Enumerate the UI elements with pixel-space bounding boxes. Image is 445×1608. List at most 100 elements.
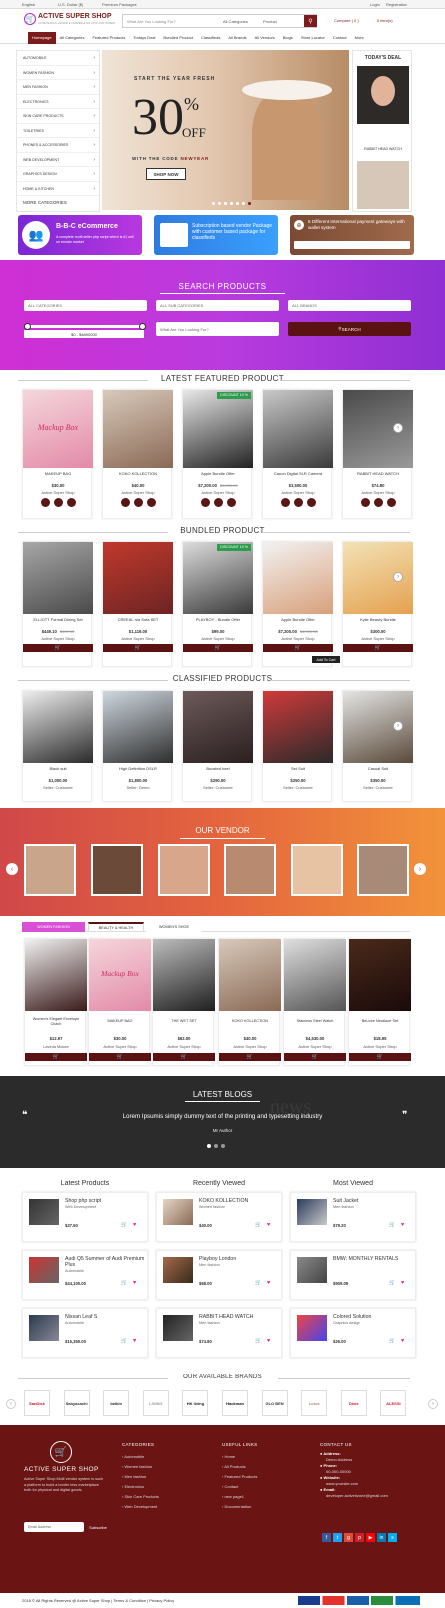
nav-item-all-categories[interactable]: All Categories [56,32,89,44]
youtube-icon[interactable]: ▶ [366,1533,375,1542]
product-card[interactable]: Boosted heel $290.00 Seller: Customer [182,690,253,802]
product-image[interactable] [103,390,173,468]
language-select[interactable]: English [22,2,35,7]
add-to-cart-button[interactable]: 🛒 [153,1053,215,1061]
search-products-button[interactable]: ⚲ SEARCH [288,322,411,336]
heart-icon[interactable]: ♥ [401,1338,404,1344]
footer-category-link[interactable]: › Women fashion [122,1462,212,1472]
footer-category-link[interactable]: › Automobile [122,1452,212,1462]
price-min-handle[interactable] [24,323,31,330]
add-to-cart-button[interactable]: 🛒 [349,1053,411,1061]
heart-icon[interactable]: ♥ [133,1338,136,1344]
footer-category-link[interactable]: › Web Development [122,1502,212,1512]
category-item[interactable]: SKIN CARE PRODUCTS › [17,109,99,124]
product-name[interactable]: Canon Digital SLR Camera [263,471,333,476]
add-to-cart-button[interactable]: 🛒 [219,1053,281,1061]
product-card[interactable]: Stainless Steel Watch $4,530.00 Active Sup… [283,938,346,1066]
brand-dropdown[interactable]: ALL BRANDS [288,300,411,311]
product-name[interactable]: Set Suit [263,766,333,771]
product-image[interactable] [103,542,173,614]
list-item-name[interactable]: Playboy London [199,1256,279,1262]
vendor-avatar[interactable] [224,844,276,896]
list-item-name[interactable]: Audi Q5 Summer of Audi Premium Plus [65,1256,145,1268]
cart-icon[interactable] [66,498,76,507]
register-link[interactable]: Registration [386,2,407,7]
product-image[interactable] [183,390,253,468]
nav-item-store-locator[interactable]: Store Locator [297,32,329,44]
cart-icon[interactable] [226,498,236,507]
category-item[interactable]: MEN FASHION › [17,80,99,95]
heart-icon[interactable] [293,498,303,507]
product-card[interactable]: High Definition DSLR $1,800.00 Seller: Dem… [102,690,173,802]
cart-icon[interactable]: 🛒 [255,1222,261,1228]
list-item-image[interactable] [29,1315,59,1341]
product-image[interactable]: Mackup Box [23,390,93,468]
product-name[interactable]: Apple Bundle Offer [263,617,333,622]
google-plus-icon[interactable]: g [344,1533,353,1542]
brand-logo[interactable]: LIVING [142,1390,169,1416]
cart-icon[interactable] [306,498,316,507]
skype-icon[interactable]: s [388,1533,397,1542]
cart-link[interactable]: 0 item(s) [377,18,393,23]
cart-icon[interactable]: 🛒 [121,1280,127,1286]
product-card[interactable]: Kylie Beauty Bundle $300.00 Active Super S… [342,541,413,667]
cart-icon[interactable]: 🛒 [389,1338,395,1344]
add-to-cart-button[interactable]: 🛒 [23,644,93,652]
nav-item-more[interactable]: More [351,32,368,44]
product-image[interactable] [263,542,333,614]
product-name[interactable]: CREEAL n/a Sofa SET [103,617,173,622]
nav-item-contact[interactable]: Contact [329,32,351,44]
brands-next-button[interactable]: › [428,1399,438,1409]
vendor-avatar[interactable] [291,844,343,896]
compare-link[interactable]: Compare ( 0 ) [334,18,359,23]
category-item[interactable]: PHONES & ACCESSORIES › [17,138,99,153]
nav-item-todays-deal[interactable]: Todays Deal [129,32,159,44]
footer-useful-link[interactable]: › new page1 [222,1492,312,1502]
search-button[interactable]: ⚲ [304,15,317,27]
list-item[interactable]: Colored Solution Graphics design $26.00 🛒 ♥ [290,1308,416,1358]
cart-icon[interactable]: 🛒 [255,1338,261,1344]
product-image[interactable] [263,390,333,468]
product-card[interactable]: CREEAL n/a Sofa SET $1,119.00 Active Super… [102,541,173,667]
brand-logo[interactable]: belkin [103,1390,130,1416]
product-image[interactable] [25,939,87,1011]
list-item-image[interactable] [29,1199,59,1225]
vendor-next-button[interactable]: › [414,863,426,875]
category-item[interactable]: AUTOMOBILE › [17,51,99,66]
product-card[interactable]: DISCOUNT 10 % PLAYBOY - Bundle Offer $99.0… [182,541,253,667]
list-item-name[interactable]: BMW: MONTHLY RENTALS [333,1256,413,1262]
list-item-image[interactable] [297,1199,327,1225]
product-name[interactable]: High Definition DSLR [103,766,173,771]
twitter-icon[interactable]: t [333,1533,342,1542]
brand-logo[interactable]: SanDisk [24,1390,50,1416]
footer-useful-link[interactable]: › Contact [222,1482,312,1492]
list-item-name[interactable]: Shop php script [65,1198,145,1204]
todays-deal-image-2[interactable] [357,161,409,209]
list-item-image[interactable] [163,1315,193,1341]
facebook-icon[interactable]: f [322,1533,331,1542]
list-item-name[interactable]: Colored Solution [333,1314,413,1320]
product-name[interactable]: Stainless Steel Watch [286,1016,344,1027]
product-name[interactable]: Boosted heel [183,766,253,771]
brands-prev-button[interactable]: ‹ [6,1399,16,1409]
brand-logo[interactable]: ALESSI [380,1390,407,1416]
compare-icon[interactable] [360,498,370,507]
vendor-avatar[interactable] [91,844,143,896]
list-item[interactable]: Playboy London Men fashion $68.00 🛒 ♥ [156,1250,282,1300]
brand-logo[interactable]: Sabyasachi [63,1390,90,1416]
brand-logo[interactable]: Hackman [222,1390,248,1416]
product-image[interactable] [23,542,93,614]
type-select[interactable]: Product [263,19,277,24]
brand-logo-text[interactable]: ACTIVE SUPER SHOP [38,13,112,20]
product-name[interactable]: MAKEUP BAG [91,1016,149,1027]
category-item[interactable]: TOILETRIES › [17,124,99,138]
subcategory-dropdown[interactable]: ALL SUB CATEGORIES [156,300,279,311]
product-image[interactable]: Mackup Box [89,939,151,1011]
slider-next-button[interactable]: › [393,721,403,731]
linkedin-icon[interactable]: in [377,1533,386,1542]
price-max-handle[interactable] [139,323,146,330]
nav-item-featured-products[interactable]: Featured Products [88,32,129,44]
product-card[interactable]: Canon Digital SLR Camera $3,500.00 Active … [262,389,333,519]
cart-icon[interactable] [146,498,156,507]
premium-packages-link[interactable]: Premium Packages [102,2,137,7]
